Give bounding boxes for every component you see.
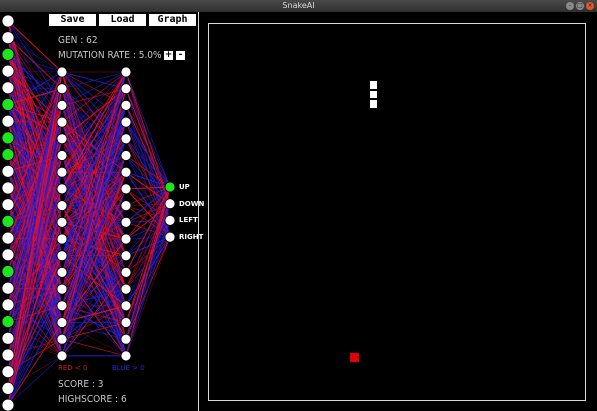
hidden2-neuron (120, 333, 132, 345)
hidden1-neuron (56, 83, 68, 95)
minimize-icon[interactable]: – (566, 2, 574, 10)
input-neuron (1, 181, 15, 195)
input-neuron (1, 164, 15, 178)
hidden1-neuron (56, 200, 68, 212)
hidden2-neuron (120, 233, 132, 245)
generation-label: GEN : 62 (58, 35, 98, 46)
snake-head (368, 80, 379, 90)
hidden1-neuron (56, 350, 68, 362)
highscore-label: HIGHSCORE : 6 (58, 394, 127, 405)
output-neuron (164, 181, 176, 193)
network-weight (125, 203, 171, 356)
mutation-rate-label: MUTATION RATE : 5.0% (58, 50, 162, 61)
output-neuron (164, 214, 176, 226)
load-button[interactable]: Load (98, 13, 147, 27)
input-neuron (1, 331, 15, 345)
snake-segment (368, 99, 379, 109)
score-label: SCORE : 3 (58, 379, 104, 390)
input-neuron (1, 281, 15, 295)
output-label-up: UP (179, 183, 190, 191)
game-board (208, 23, 586, 401)
output-label-left: LEFT (179, 216, 198, 224)
neural-network (1, 14, 176, 411)
hidden2-neuron (120, 166, 132, 178)
hidden1-neuron (56, 317, 68, 328)
input-neuron (1, 48, 15, 61)
input-neuron (1, 398, 15, 411)
hidden2-neuron (120, 250, 132, 262)
hidden2-neuron (120, 66, 132, 78)
output-label-right: RIGHT (179, 233, 204, 241)
mutation-increase-button[interactable]: + (164, 51, 173, 60)
hidden2-neuron (120, 116, 132, 128)
hidden2-neuron (120, 200, 132, 212)
input-neuron (1, 81, 15, 95)
mutation-decrease-button[interactable]: - (176, 51, 185, 60)
hidden1-neuron (56, 116, 68, 128)
output-neuron (164, 231, 176, 243)
hidden2-neuron (120, 266, 132, 278)
input-neuron (1, 265, 15, 278)
input-neuron (1, 231, 15, 245)
hidden1-neuron (56, 333, 68, 345)
hidden1-neuron (56, 266, 68, 278)
output-neuron (164, 198, 176, 210)
graph-button[interactable]: Graph (148, 13, 197, 27)
input-neuron (1, 131, 15, 145)
hidden2-neuron (120, 283, 132, 295)
network-connections (7, 20, 171, 406)
hidden2-neuron (120, 100, 132, 111)
input-neuron (1, 98, 15, 111)
input-neuron (1, 64, 15, 78)
snake-segment (368, 89, 379, 100)
save-button[interactable]: Save (48, 13, 97, 27)
input-neuron (1, 148, 15, 162)
close-icon[interactable]: × (586, 2, 594, 10)
red-weight-legend: RED < 0 (58, 364, 88, 372)
hidden2-neuron (120, 317, 132, 328)
input-neuron (1, 14, 15, 28)
input-neuron (1, 365, 15, 379)
hidden1-neuron (56, 166, 68, 178)
hidden2-neuron (120, 183, 132, 195)
input-neuron (1, 114, 15, 128)
hidden2-neuron (120, 83, 132, 95)
window-title: SnakeAI (282, 1, 315, 10)
hidden1-neuron (56, 250, 68, 262)
hidden1-neuron (56, 100, 68, 111)
hidden2-neuron (120, 216, 132, 228)
input-neuron (1, 381, 15, 395)
hidden1-neuron (56, 150, 68, 161)
hidden1-neuron (56, 216, 68, 228)
food (350, 353, 360, 363)
blue-weight-legend: BLUE > 0 (112, 364, 145, 372)
hidden1-neuron (56, 300, 68, 312)
hidden2-neuron (120, 300, 132, 312)
title-bar: SnakeAI – □ × (0, 0, 597, 12)
hidden1-neuron (56, 66, 68, 78)
input-neuron (1, 31, 15, 45)
input-neuron (1, 214, 15, 228)
input-neuron (1, 298, 15, 312)
maximize-icon[interactable]: □ (576, 2, 584, 10)
input-neuron (1, 198, 15, 212)
hidden2-neuron (120, 150, 132, 161)
panel-divider (198, 12, 199, 411)
hidden2-neuron (120, 133, 132, 145)
hidden1-neuron (56, 183, 68, 195)
input-neuron (1, 248, 15, 262)
hidden1-neuron (56, 133, 68, 145)
hidden1-neuron (56, 233, 68, 245)
output-label-down: DOWN (179, 200, 205, 208)
input-neuron (1, 315, 15, 329)
hidden2-neuron (120, 350, 132, 362)
hidden1-neuron (56, 283, 68, 295)
input-neuron (1, 348, 15, 362)
